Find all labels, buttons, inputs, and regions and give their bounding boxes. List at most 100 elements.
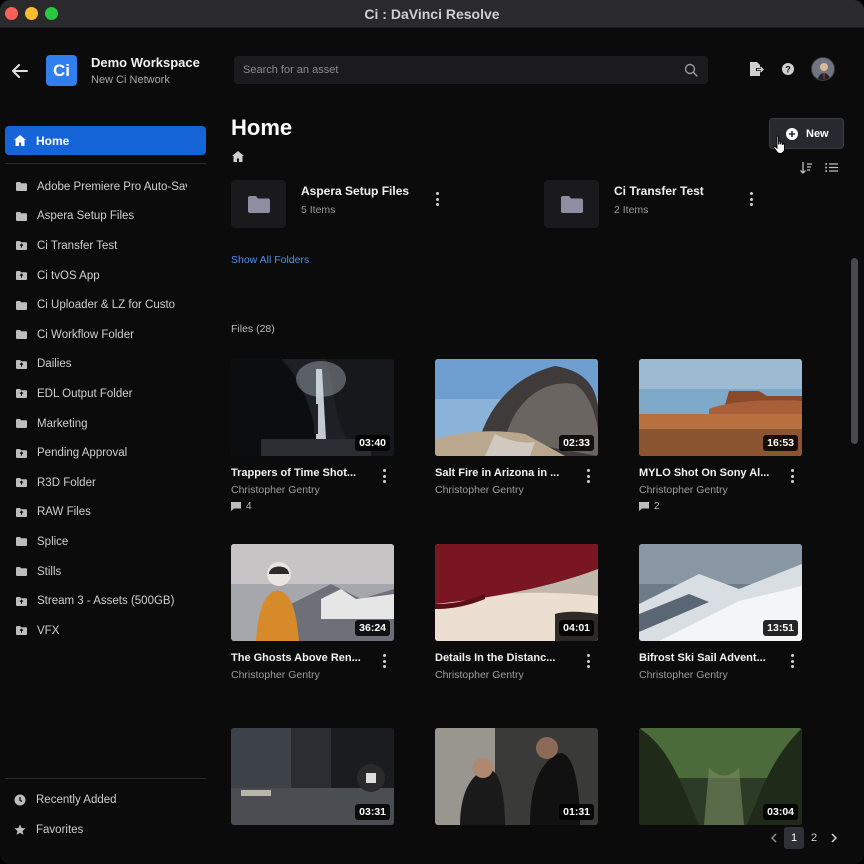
folder-name: Ci Transfer Test: [614, 184, 704, 198]
sidebar-folder-label: Dailies: [37, 358, 72, 371]
sidebar-folder-item[interactable]: Pending Approval: [0, 438, 212, 468]
window-title: Ci : DaVinci Resolve: [364, 6, 500, 22]
file-title[interactable]: Bifrost Ski Sail Advent...: [639, 652, 779, 664]
more-options-icon[interactable]: [585, 469, 591, 485]
page-title: Home: [231, 115, 293, 140]
search-input[interactable]: [243, 64, 663, 76]
sidebar-folder-item[interactable]: R3D Folder: [0, 468, 212, 498]
sidebar-folder-item[interactable]: RAW Files: [0, 498, 212, 528]
more-options-icon[interactable]: [381, 469, 387, 485]
chevron-left-icon[interactable]: [767, 831, 781, 845]
sidebar-folder-item[interactable]: Ci Transfer Test: [0, 231, 212, 261]
folder-icon: [247, 195, 270, 213]
sidebar-folder-item[interactable]: Ci Uploader & LZ for Custo: [0, 290, 212, 320]
duration-badge: 16:53: [763, 435, 798, 451]
folder-icon: [16, 211, 27, 221]
sidebar-folder-item[interactable]: EDL Output Folder: [0, 379, 212, 409]
file-card[interactable]: 03:04: [639, 728, 802, 825]
duration-badge: 04:01: [559, 620, 594, 636]
page-button-2[interactable]: 2: [804, 827, 824, 849]
sidebar-folder-item[interactable]: Splice: [0, 527, 212, 557]
file-card[interactable]: 02:33 Salt Fire in Arizona in ... Christop…: [435, 359, 598, 496]
file-title[interactable]: Trappers of Time Shot...: [231, 467, 371, 479]
scrollbar[interactable]: [851, 258, 858, 444]
sidebar-folder-item[interactable]: VFX: [0, 616, 212, 646]
chevron-right-icon[interactable]: [827, 831, 841, 845]
comment-icon: [231, 502, 241, 511]
sidebar-divider: [5, 163, 206, 164]
folder-item-count: 5 Items: [301, 204, 336, 216]
video-thumbnail[interactable]: 13:51: [639, 544, 802, 641]
folder-icon: [560, 195, 583, 213]
file-card[interactable]: 13:51 Bifrost Ski Sail Advent... Christoph…: [639, 544, 802, 681]
sidebar-folder-item[interactable]: Stream 3 - Assets (500GB): [0, 586, 212, 616]
sidebar-folder-label: Ci Transfer Test: [37, 239, 118, 252]
file-card[interactable]: 01:31: [435, 728, 598, 825]
file-card[interactable]: 03:31: [231, 728, 394, 825]
file-card[interactable]: 16:53 MYLO Shot On Sony Al... Christopher …: [639, 359, 802, 512]
video-thumbnail[interactable]: 01:31: [435, 728, 598, 825]
search-icon[interactable]: [684, 63, 698, 77]
more-options-icon[interactable]: [748, 192, 754, 208]
page-button-1[interactable]: 1: [784, 827, 804, 849]
more-options-icon[interactable]: [789, 654, 795, 670]
file-title[interactable]: The Ghosts Above Ren...: [231, 652, 371, 664]
sort-icon[interactable]: [800, 161, 813, 174]
sidebar-folder-item[interactable]: Marketing: [0, 409, 212, 439]
list-view-icon[interactable]: [825, 161, 838, 174]
folder-card[interactable]: Ci Transfer Test 2 Items: [544, 180, 804, 228]
file-card[interactable]: 03:40 Trappers of Time Shot... Christopher…: [231, 359, 394, 512]
file-author: Christopher Gentry: [639, 669, 728, 681]
more-options-icon[interactable]: [434, 192, 440, 208]
workspace-logo[interactable]: Ci: [46, 55, 77, 86]
video-thumbnail[interactable]: 04:01: [435, 544, 598, 641]
video-thumbnail[interactable]: 03:04: [639, 728, 802, 825]
comment-count-value: 2: [654, 501, 660, 512]
folder-icon: [16, 419, 27, 429]
folder-thumbnail: [544, 180, 599, 228]
sidebar-item-favorites[interactable]: Favorites: [14, 824, 83, 836]
sidebar-folder-item[interactable]: Adobe Premiere Pro Auto-Save: [0, 172, 212, 202]
sidebar-folder-label: Aspera Setup Files: [37, 210, 135, 223]
workspace-name[interactable]: Demo Workspace: [91, 55, 200, 70]
sidebar-item-label: Home: [36, 133, 70, 148]
sidebar-divider: [5, 778, 206, 779]
sidebar-folder-label: EDL Output Folder: [37, 387, 133, 400]
file-title[interactable]: Details In the Distanc...: [435, 652, 575, 664]
sidebar-folder-item[interactable]: Dailies: [0, 350, 212, 380]
back-arrow-icon[interactable]: [12, 64, 28, 78]
file-title[interactable]: MYLO Shot On Sony Al...: [639, 467, 779, 479]
file-card[interactable]: 04:01 Details In the Distanc... Christophe…: [435, 544, 598, 681]
file-author: Christopher Gentry: [435, 484, 524, 496]
sidebar-item-home[interactable]: Home: [5, 126, 206, 155]
more-options-icon[interactable]: [789, 469, 795, 485]
more-options-icon[interactable]: [585, 654, 591, 670]
breadcrumb-home-icon[interactable]: [232, 151, 244, 162]
video-thumbnail[interactable]: 03:40: [231, 359, 394, 456]
video-thumbnail[interactable]: 16:53: [639, 359, 802, 456]
search-bar[interactable]: [234, 56, 708, 84]
more-options-icon[interactable]: [381, 654, 387, 670]
folder-name: Aspera Setup Files: [301, 184, 410, 198]
video-thumbnail[interactable]: 03:31: [231, 728, 394, 825]
folder-icon: [16, 537, 27, 547]
video-thumbnail[interactable]: 02:33: [435, 359, 598, 456]
comment-count-value: 4: [246, 501, 252, 512]
duration-badge: 03:04: [763, 804, 798, 820]
folder-card[interactable]: Aspera Setup Files 5 Items: [231, 180, 491, 228]
sidebar-folder-item[interactable]: Stills: [0, 557, 212, 587]
file-card[interactable]: 36:24 The Ghosts Above Ren... Christopher …: [231, 544, 394, 681]
avatar[interactable]: [811, 57, 835, 81]
sidebar-folder-label: Splice: [37, 535, 69, 548]
help-icon[interactable]: ?: [780, 61, 796, 77]
folder-upload-icon: [16, 507, 27, 517]
sidebar-folder-item[interactable]: Aspera Setup Files: [0, 202, 212, 232]
sidebar-folder-item[interactable]: Ci tvOS App: [0, 261, 212, 291]
sidebar-item-recently-added[interactable]: Recently Added: [14, 794, 117, 806]
sidebar-folder-label: Stills: [37, 565, 62, 578]
show-all-folders-link[interactable]: Show All Folders: [231, 254, 309, 266]
file-title[interactable]: Salt Fire in Arizona in ...: [435, 467, 575, 479]
export-icon[interactable]: [748, 61, 764, 77]
sidebar-folder-item[interactable]: Ci Workflow Folder: [0, 320, 212, 350]
video-thumbnail[interactable]: 36:24: [231, 544, 394, 641]
